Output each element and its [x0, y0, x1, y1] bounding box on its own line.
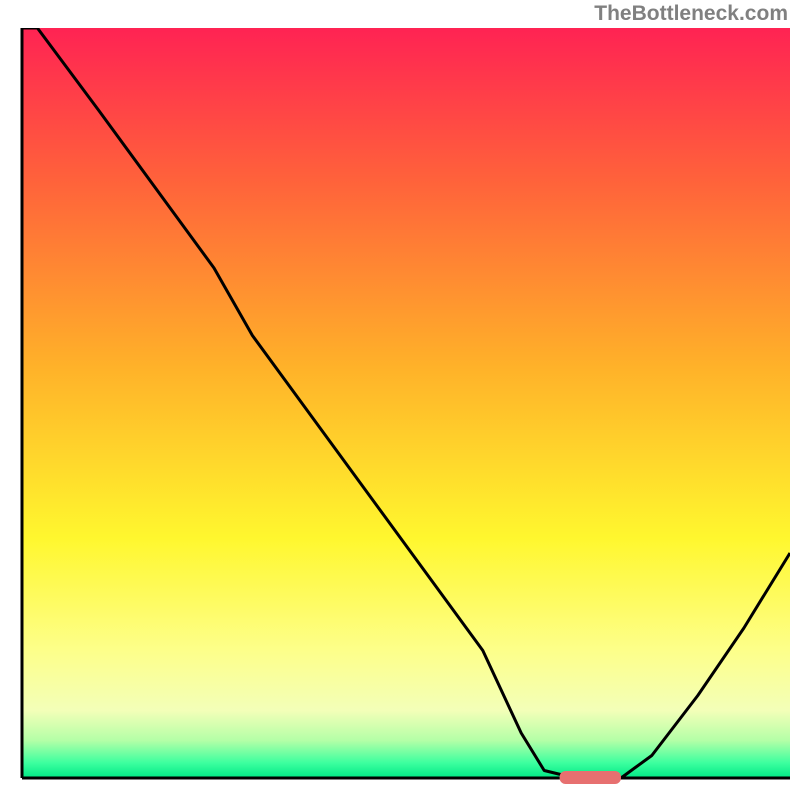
- chart-plot-background: [22, 28, 790, 778]
- chart-container: [10, 28, 790, 790]
- watermark-text: TheBottleneck.com: [594, 2, 788, 26]
- optimal-range-marker: [560, 771, 621, 784]
- chart-svg: [10, 28, 790, 790]
